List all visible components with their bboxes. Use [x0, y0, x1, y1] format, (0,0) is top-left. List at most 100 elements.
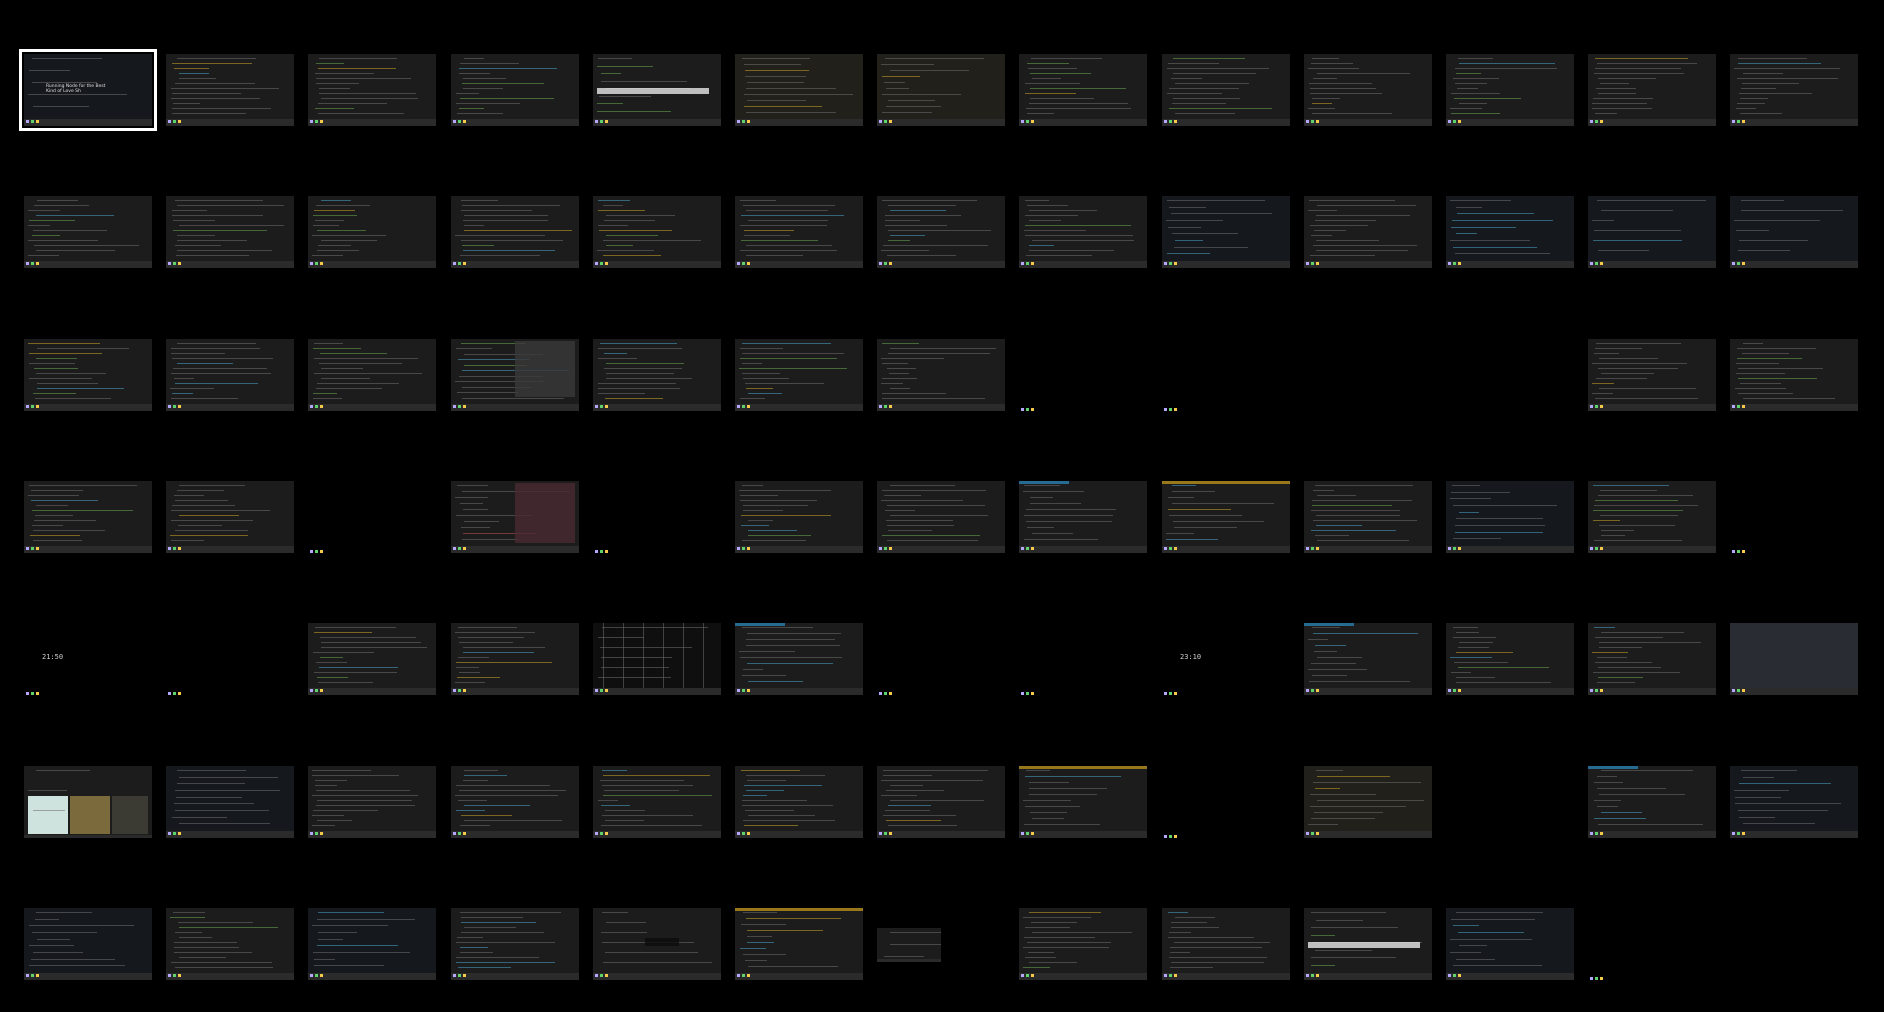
window-thumbnail[interactable]	[24, 908, 152, 980]
text-line	[598, 200, 630, 201]
window-thumbnail[interactable]	[877, 339, 1005, 411]
window-thumbnail[interactable]	[1730, 196, 1858, 268]
window-thumbnail[interactable]	[1162, 196, 1290, 268]
window-thumbnail[interactable]	[451, 623, 579, 695]
window-thumbnail[interactable]	[1162, 481, 1290, 553]
window-thumbnail[interactable]	[1304, 54, 1432, 126]
window-thumbnail[interactable]	[1019, 196, 1147, 268]
window-thumbnail[interactable]	[451, 766, 579, 838]
window-thumbnail[interactable]	[1446, 623, 1574, 695]
window-thumbnail[interactable]	[593, 54, 721, 126]
window-thumbnail[interactable]	[877, 623, 1005, 695]
window-thumbnail[interactable]	[24, 339, 152, 411]
text-line	[890, 388, 910, 389]
window-thumbnail[interactable]	[24, 766, 152, 838]
window-thumbnail[interactable]	[1304, 766, 1432, 838]
window-thumbnail[interactable]	[593, 908, 721, 980]
window-thumbnail[interactable]	[451, 481, 579, 553]
window-thumbnail[interactable]	[593, 623, 721, 695]
window-thumbnail[interactable]	[308, 908, 436, 980]
window-thumbnail[interactable]	[1588, 908, 1716, 980]
window-thumbnail[interactable]	[308, 766, 436, 838]
window-thumbnail[interactable]	[877, 196, 1005, 268]
window-thumbnail[interactable]	[1446, 196, 1574, 268]
workspace-indicator	[1164, 547, 1177, 550]
window-thumbnail[interactable]	[1304, 196, 1432, 268]
text-line	[36, 912, 92, 913]
window-thumbnail[interactable]	[451, 196, 579, 268]
window-thumbnail[interactable]	[1162, 766, 1290, 838]
window-thumbnail[interactable]	[1019, 54, 1147, 126]
window-thumbnail[interactable]	[166, 196, 294, 268]
window-thumbnail[interactable]	[166, 54, 294, 126]
window-thumbnail[interactable]	[1446, 54, 1574, 126]
window-thumbnail[interactable]	[1019, 481, 1147, 553]
window-thumbnail[interactable]	[1588, 339, 1716, 411]
window-thumbnail[interactable]: 23:10	[1162, 623, 1290, 695]
window-thumbnail[interactable]	[308, 481, 436, 553]
window-thumbnail[interactable]	[1730, 766, 1858, 838]
text-line	[34, 205, 89, 206]
window-thumbnail[interactable]	[24, 196, 152, 268]
window-thumbnail[interactable]	[308, 196, 436, 268]
window-thumbnail[interactable]	[166, 766, 294, 838]
text-line	[888, 205, 956, 206]
window-thumbnail[interactable]	[1730, 339, 1858, 411]
window-thumbnail[interactable]	[735, 339, 863, 411]
window-thumbnail[interactable]	[1162, 339, 1290, 411]
window-thumbnail[interactable]	[593, 481, 721, 553]
window-thumbnail[interactable]	[1588, 766, 1716, 838]
text-line	[1316, 215, 1410, 216]
window-thumbnail[interactable]	[451, 54, 579, 126]
window-thumbnail[interactable]	[166, 481, 294, 553]
window-thumbnail[interactable]: 21:50	[24, 623, 152, 695]
window-thumbnail[interactable]	[1162, 908, 1290, 980]
text-line	[460, 952, 493, 953]
window-thumbnail[interactable]	[308, 623, 436, 695]
window-thumbnail[interactable]	[166, 623, 294, 695]
text-line	[464, 770, 498, 771]
window-thumbnail[interactable]	[1019, 623, 1147, 695]
window-thumbnail[interactable]	[1588, 481, 1716, 553]
window-thumbnail[interactable]	[1730, 481, 1858, 553]
window-thumbnail[interactable]	[1304, 481, 1432, 553]
window-thumbnail[interactable]	[735, 623, 863, 695]
window-thumbnail[interactable]	[1730, 623, 1858, 695]
window-thumbnail[interactable]	[1588, 623, 1716, 695]
window-thumbnail[interactable]	[451, 339, 579, 411]
window-thumbnail[interactable]	[735, 196, 863, 268]
window-thumbnail[interactable]	[877, 766, 1005, 838]
taskbar	[166, 119, 294, 123]
window-thumbnail[interactable]	[735, 481, 863, 553]
window-thumbnail[interactable]	[308, 54, 436, 126]
window-thumbnail[interactable]	[1019, 339, 1147, 411]
window-thumbnail[interactable]	[1446, 481, 1574, 553]
window-thumbnail[interactable]	[877, 481, 1005, 553]
window-thumbnail[interactable]	[735, 908, 863, 980]
window-thumbnail[interactable]	[24, 481, 152, 553]
window-thumbnail[interactable]	[166, 908, 294, 980]
window-thumbnail[interactable]	[877, 54, 1005, 126]
window-thumbnail[interactable]	[1019, 766, 1147, 838]
window-thumbnail[interactable]	[451, 908, 579, 980]
window-thumbnail[interactable]	[308, 339, 436, 411]
window-thumbnail[interactable]	[1019, 908, 1147, 980]
window-thumbnail[interactable]	[1588, 54, 1716, 126]
window-thumbnail[interactable]	[877, 928, 941, 962]
window-thumbnail[interactable]	[1730, 54, 1858, 126]
window-thumbnail[interactable]	[735, 54, 863, 126]
window-thumbnail[interactable]	[166, 339, 294, 411]
window-thumbnail[interactable]	[593, 766, 721, 838]
window-thumbnail[interactable]	[593, 196, 721, 268]
window-thumbnail[interactable]: Running Node for the Best Kind of Love S…	[19, 49, 157, 131]
window-thumbnail[interactable]	[1588, 196, 1716, 268]
window-thumbnail[interactable]	[1304, 623, 1432, 695]
taskbar	[735, 973, 863, 977]
text-line	[1593, 240, 1682, 241]
window-thumbnail[interactable]	[735, 766, 863, 838]
text-line	[740, 225, 827, 226]
window-thumbnail[interactable]	[593, 339, 721, 411]
window-thumbnail[interactable]	[1304, 908, 1432, 980]
window-thumbnail[interactable]	[1162, 54, 1290, 126]
window-thumbnail[interactable]	[1446, 908, 1574, 980]
